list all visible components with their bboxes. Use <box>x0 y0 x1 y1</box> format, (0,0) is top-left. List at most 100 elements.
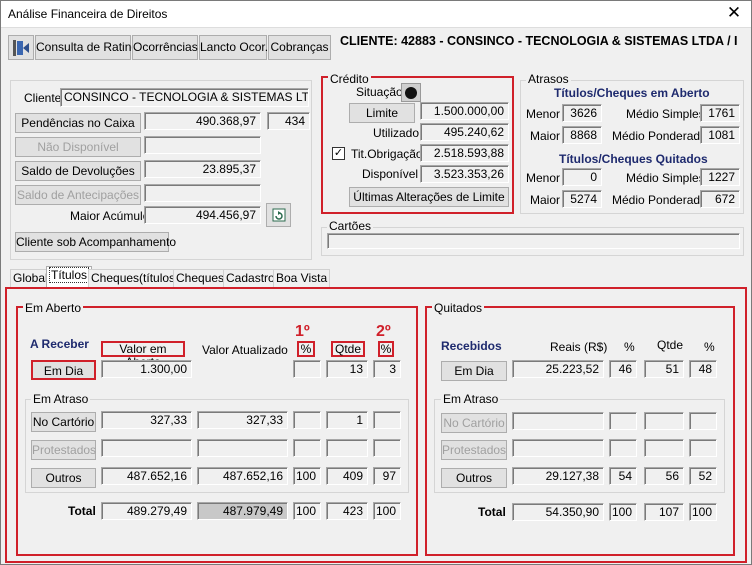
exit-button[interactable] <box>8 35 34 60</box>
aberto-medio-ponderado-label: Médio Ponderado <box>612 129 707 143</box>
ordinal-2-label: 2º <box>376 323 391 340</box>
saldo-antecipacoes-button[interactable]: Saldo de Antecipações <box>15 185 141 205</box>
tab-titulos[interactable]: Títulos <box>46 266 93 288</box>
limite-value: 1.500.000,00 <box>420 102 509 120</box>
utilizado-label: Utilizado <box>373 126 420 140</box>
utilizado-value: 495.240,62 <box>420 123 509 141</box>
em-dia-qtde: 13 <box>326 360 368 378</box>
quit-maior-value: 5274 <box>562 190 602 208</box>
disponivel-label: Disponível <box>362 167 419 181</box>
aberto-medio-ponderado-value: 1081 <box>700 126 740 144</box>
tab-cadastro[interactable]: Cadastro <box>223 269 278 287</box>
nao-disponivel-button[interactable]: Não Disponível <box>15 137 141 157</box>
consulta-rating-button[interactable]: Consulta de Rating <box>35 35 138 60</box>
main-window: Análise Financeira de Direitos ✕ Consult… <box>0 0 752 565</box>
reais-header: Reais (R$) <box>550 340 608 354</box>
outros-atualizado: 487.652,16 <box>197 467 288 485</box>
quit-pct-header: % <box>624 340 635 354</box>
quit-menor-value: 0 <box>562 168 602 186</box>
em-dia-pct <box>293 360 321 378</box>
protestados-pct2 <box>373 439 401 457</box>
status-dot-icon <box>405 87 417 99</box>
aberto-menor-label: Menor <box>526 107 561 121</box>
refresh-button[interactable] <box>266 203 291 227</box>
quit-em-dia-qtde: 51 <box>644 360 684 378</box>
tab-boa-vista[interactable]: Boa Vista <box>273 269 331 287</box>
saldo-antecipacoes-value <box>144 184 261 202</box>
client-name-field: CONSINCO - TECNOLOGIA & SISTEMAS LTDA <box>60 88 309 107</box>
maior-acumulo-label: Maior Acúmulo <box>70 209 150 223</box>
cliente-acompanhamento-button[interactable]: Cliente sob Acompanhamento <box>15 232 176 252</box>
cartoes-title: Cartões <box>327 219 374 233</box>
aberto-total-label: Total <box>68 504 96 518</box>
total-pct2: 100 <box>373 502 401 520</box>
em-dia-valor: 1.300,00 <box>101 360 192 378</box>
quit-total-valor: 54.350,90 <box>512 503 604 521</box>
saldo-devolucoes-button[interactable]: Saldo de Devoluções <box>15 161 141 181</box>
close-icon[interactable]: ✕ <box>723 3 745 23</box>
quit-medio-simples-label: Médio Simples <box>626 171 705 185</box>
aberto-maior-label: Maior <box>530 129 561 143</box>
limite-button[interactable]: Limite <box>349 103 415 123</box>
cartorio-valor: 327,33 <box>101 411 192 429</box>
quit-outros-valor: 29.127,38 <box>512 467 604 485</box>
protestados-button[interactable]: Protestados <box>31 440 96 460</box>
total-valor: 489.279,49 <box>101 502 192 520</box>
quit-outros-pct: 54 <box>609 467 637 485</box>
cobrancas-button[interactable]: Cobranças <box>268 35 331 60</box>
ordinal-1-label: 1º <box>295 323 310 340</box>
em-dia-pct2: 3 <box>373 360 401 378</box>
tab-cheques-titulos[interactable]: Cheques(títulos) <box>88 269 183 287</box>
quit-em-dia-valor: 25.223,52 <box>512 360 604 378</box>
recebidos-heading: Recebidos <box>441 339 502 353</box>
quit-no-cartorio-button[interactable]: No Cartório <box>441 413 507 433</box>
quit-outros-button[interactable]: Outros <box>441 468 507 488</box>
quit-cartorio-valor <box>512 412 604 430</box>
quit-em-dia-button[interactable]: Em Dia <box>441 361 507 381</box>
title-bar: Análise Financeira de Direitos ✕ <box>1 1 751 28</box>
saldo-devolucoes-value: 23.895,37 <box>144 160 261 178</box>
outros-button[interactable]: Outros <box>31 468 96 488</box>
ocorrencias-button[interactable]: Ocorrências <box>132 35 198 60</box>
ultimas-alteracoes-button[interactable]: Últimas Alterações de Limite <box>349 187 509 207</box>
exit-door-icon <box>13 40 29 56</box>
quit-cartorio-pct <box>609 412 637 430</box>
aberto-medio-simples-label: Médio Simples <box>626 107 705 121</box>
lancto-ocor-button[interactable]: Lancto Ocor. <box>199 35 268 60</box>
quit-total-label: Total <box>478 505 506 519</box>
cartorio-pct2 <box>373 411 401 429</box>
quit-cartorio-qtde <box>644 412 684 430</box>
aberto-medio-simples-value: 1761 <box>700 104 740 122</box>
no-cartorio-button[interactable]: No Cartório <box>31 412 96 432</box>
em-dia-button[interactable]: Em Dia <box>31 360 96 380</box>
pendencias-count: 434 <box>267 112 310 130</box>
quit-protestados-button[interactable]: Protestados <box>441 440 507 460</box>
outros-qtde: 409 <box>326 467 368 485</box>
valor-atualizado-header: Valor Atualizado <box>202 343 288 357</box>
quit-protestados-valor <box>512 439 604 457</box>
total-pct: 100 <box>293 502 321 520</box>
tab-cheques[interactable]: Cheques <box>173 269 228 287</box>
quit-total-pct2: 100 <box>689 503 717 521</box>
pct2-header: % <box>378 341 394 357</box>
quit-em-dia-pct2: 48 <box>689 360 717 378</box>
tab-global[interactable]: Global <box>10 269 51 287</box>
valor-aberto-header: Valor em Aberto <box>101 341 185 369</box>
atrasos-title: Atrasos <box>526 72 571 86</box>
quit-medio-ponderado-value: 672 <box>700 190 740 208</box>
quit-medio-ponderado-label: Médio Ponderado <box>612 193 707 207</box>
quit-total-qtde: 107 <box>644 503 684 521</box>
em-aberto-title: Em Aberto <box>23 301 84 315</box>
situacao-indicator <box>401 83 421 102</box>
pendencias-caixa-button[interactable]: Pendências no Caixa <box>15 113 141 133</box>
window-title: Análise Financeira de Direitos <box>8 7 168 21</box>
outros-valor: 487.652,16 <box>101 467 192 485</box>
quit-cartorio-pct2 <box>689 412 717 430</box>
quit-protestados-qtde <box>644 439 684 457</box>
quit-pct2-header: % <box>704 340 715 354</box>
quit-atraso-title: Em Atraso <box>441 392 501 406</box>
quit-em-dia-pct: 46 <box>609 360 637 378</box>
tab-titulos-label: Títulos <box>49 267 90 283</box>
tit-obrigacao-checkbox[interactable]: ✓ <box>332 147 345 160</box>
a-receber-heading: A Receber <box>30 337 89 351</box>
